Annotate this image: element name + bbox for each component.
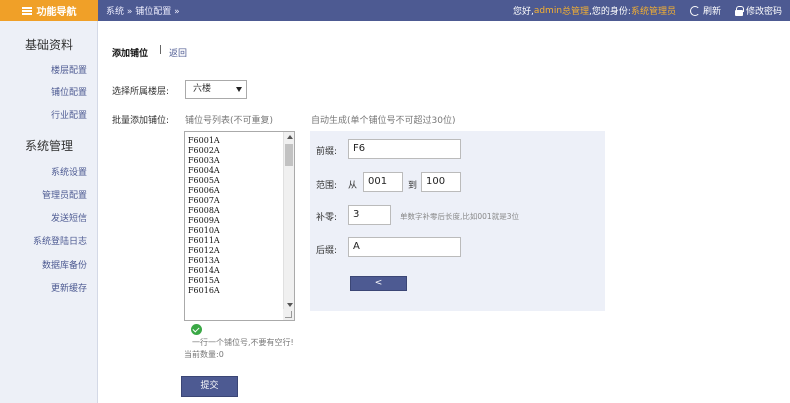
sidebar-group-system: 系统管理 — [24, 139, 73, 153]
lock-icon — [734, 5, 744, 16]
booth-list-textarea[interactable]: F6001A F6002A F6003A F6004A F6005A F6006A F600… — [184, 131, 295, 321]
sidebar-item-floor-config[interactable]: 楼层配置 — [51, 63, 87, 76]
booth-list-line: F6013A — [188, 256, 220, 265]
booth-list-line: F6003A — [188, 156, 220, 165]
tab-separator: | — [159, 45, 163, 55]
user-info: 您好, admin 总管理 ,您的身份: 系统管理员 刷新 修改密码 — [513, 0, 782, 21]
pad-input[interactable]: 3 — [348, 205, 391, 225]
top-bar: 功能导航 系统 » 铺位配置 » 您好, admin 总管理 ,您的身份: 系统… — [0, 0, 790, 21]
back-link[interactable]: 返回 — [169, 46, 187, 59]
range-label: 范围: — [316, 181, 338, 191]
booth-list-line: F6016A — [188, 286, 220, 295]
change-password-button[interactable]: 修改密码 — [734, 4, 782, 17]
booth-list-line: F6004A — [188, 166, 220, 175]
booth-list-line: F6009A — [188, 216, 220, 225]
range-to-label: 到 — [408, 181, 418, 191]
tab-add-booth[interactable]: 添加铺位 — [112, 46, 148, 59]
nav-toggle-button[interactable]: 功能导航 — [0, 0, 98, 21]
scroll-up-icon — [287, 135, 293, 139]
booth-list-line: F6012A — [188, 246, 220, 255]
identity-prefix: ,您的身份: — [589, 7, 631, 17]
prefix-input[interactable]: F6 — [348, 139, 461, 159]
scroll-thumb[interactable] — [285, 144, 293, 166]
list-hint: 一行一个铺位号,不要有空行! — [192, 338, 294, 347]
booth-list-line: F6001A — [188, 136, 220, 145]
greeting-prefix: 您好, — [512, 7, 534, 17]
prefix-label: 前缀: — [316, 147, 338, 157]
textarea-scrollbar[interactable] — [283, 132, 294, 310]
booth-list-line: F6015A — [188, 276, 220, 285]
main-content: 添加铺位 | 返回 选择所属楼层: 六楼 批量添加铺位: 铺位号列表(不可重复)… — [98, 21, 790, 403]
floor-selected-value: 六楼 — [193, 84, 212, 94]
floor-select[interactable]: 六楼 — [185, 80, 247, 99]
breadcrumb: 系统 » 铺位配置 » — [106, 7, 180, 17]
identity: 系统管理员 — [630, 7, 676, 17]
booth-list-line: F6002A — [188, 146, 220, 155]
count-display: 当前数量:0 — [184, 349, 224, 360]
booth-list-line: F6007A — [188, 196, 220, 205]
range-to-input[interactable]: 100 — [421, 172, 461, 192]
username: admin — [533, 5, 563, 16]
booth-list-line: F6005A — [188, 176, 220, 185]
booth-list-line: F6006A — [188, 186, 220, 195]
auto-generate-panel: 前缀: F6 范围: 从 001 到 100 补零: 3 单数字补零后长度,比如… — [310, 131, 605, 311]
floor-label: 选择所属楼层: — [112, 87, 170, 97]
sidebar-item-booth-config[interactable]: 铺位配置 — [51, 85, 87, 98]
refresh-icon — [689, 5, 700, 16]
sidebar-item-admin-config[interactable]: 管理员配置 — [42, 188, 87, 201]
nav-label: 功能导航 — [36, 7, 77, 18]
change-password-label: 修改密码 — [745, 7, 782, 17]
auto-header: 自动生成(单个铺位号不可超过30位) — [311, 116, 456, 126]
generate-button[interactable]: < — [350, 276, 407, 291]
sidebar-item-system-settings[interactable]: 系统设置 — [51, 165, 87, 178]
suffix-label: 后缀: — [316, 246, 338, 256]
booth-list-line: F6014A — [188, 266, 220, 275]
resize-grip-icon[interactable] — [283, 309, 294, 320]
sidebar-item-industry-config[interactable]: 行业配置 — [51, 108, 87, 121]
refresh-button[interactable]: 刷新 — [689, 4, 721, 17]
sidebar-group-basic: 基础资料 — [24, 38, 73, 52]
list-header: 铺位号列表(不可重复) — [185, 116, 274, 126]
chevron-down-icon — [236, 87, 242, 92]
menu-icon — [21, 6, 32, 15]
scroll-down-icon — [287, 303, 293, 307]
refresh-label: 刷新 — [702, 7, 721, 17]
booth-list-lines: F6001A F6002A F6003A F6004A F6005A F6006A F600… — [188, 136, 220, 296]
count-label: 当前数量: — [184, 350, 219, 359]
booth-list-line: F6010A — [188, 226, 220, 235]
sidebar-item-db-backup[interactable]: 数据库备份 — [42, 258, 87, 271]
sidebar-item-send-sms[interactable]: 发送短信 — [51, 211, 87, 224]
submit-button[interactable]: 提交 — [181, 376, 238, 397]
check-icon — [191, 324, 202, 335]
sidebar-item-update-cache[interactable]: 更新缓存 — [51, 281, 87, 294]
booth-list-line: F6008A — [188, 206, 220, 215]
sidebar-item-login-log[interactable]: 系统登陆日志 — [33, 234, 87, 247]
range-from-input[interactable]: 001 — [363, 172, 403, 192]
role-name: 总管理 — [562, 7, 590, 17]
range-from-label: 从 — [348, 181, 358, 191]
booth-list-line: F6011A — [188, 236, 220, 245]
pad-note: 单数字补零后长度,比如001就是3位 — [400, 212, 519, 221]
count-value: 0 — [218, 350, 224, 359]
batch-label: 批量添加铺位: — [112, 116, 170, 126]
sidebar: 基础资料 楼层配置 铺位配置 行业配置 系统管理 系统设置 管理员配置 发送短信… — [0, 21, 98, 403]
suffix-input[interactable]: A — [348, 237, 461, 257]
pad-label: 补零: — [316, 213, 338, 223]
